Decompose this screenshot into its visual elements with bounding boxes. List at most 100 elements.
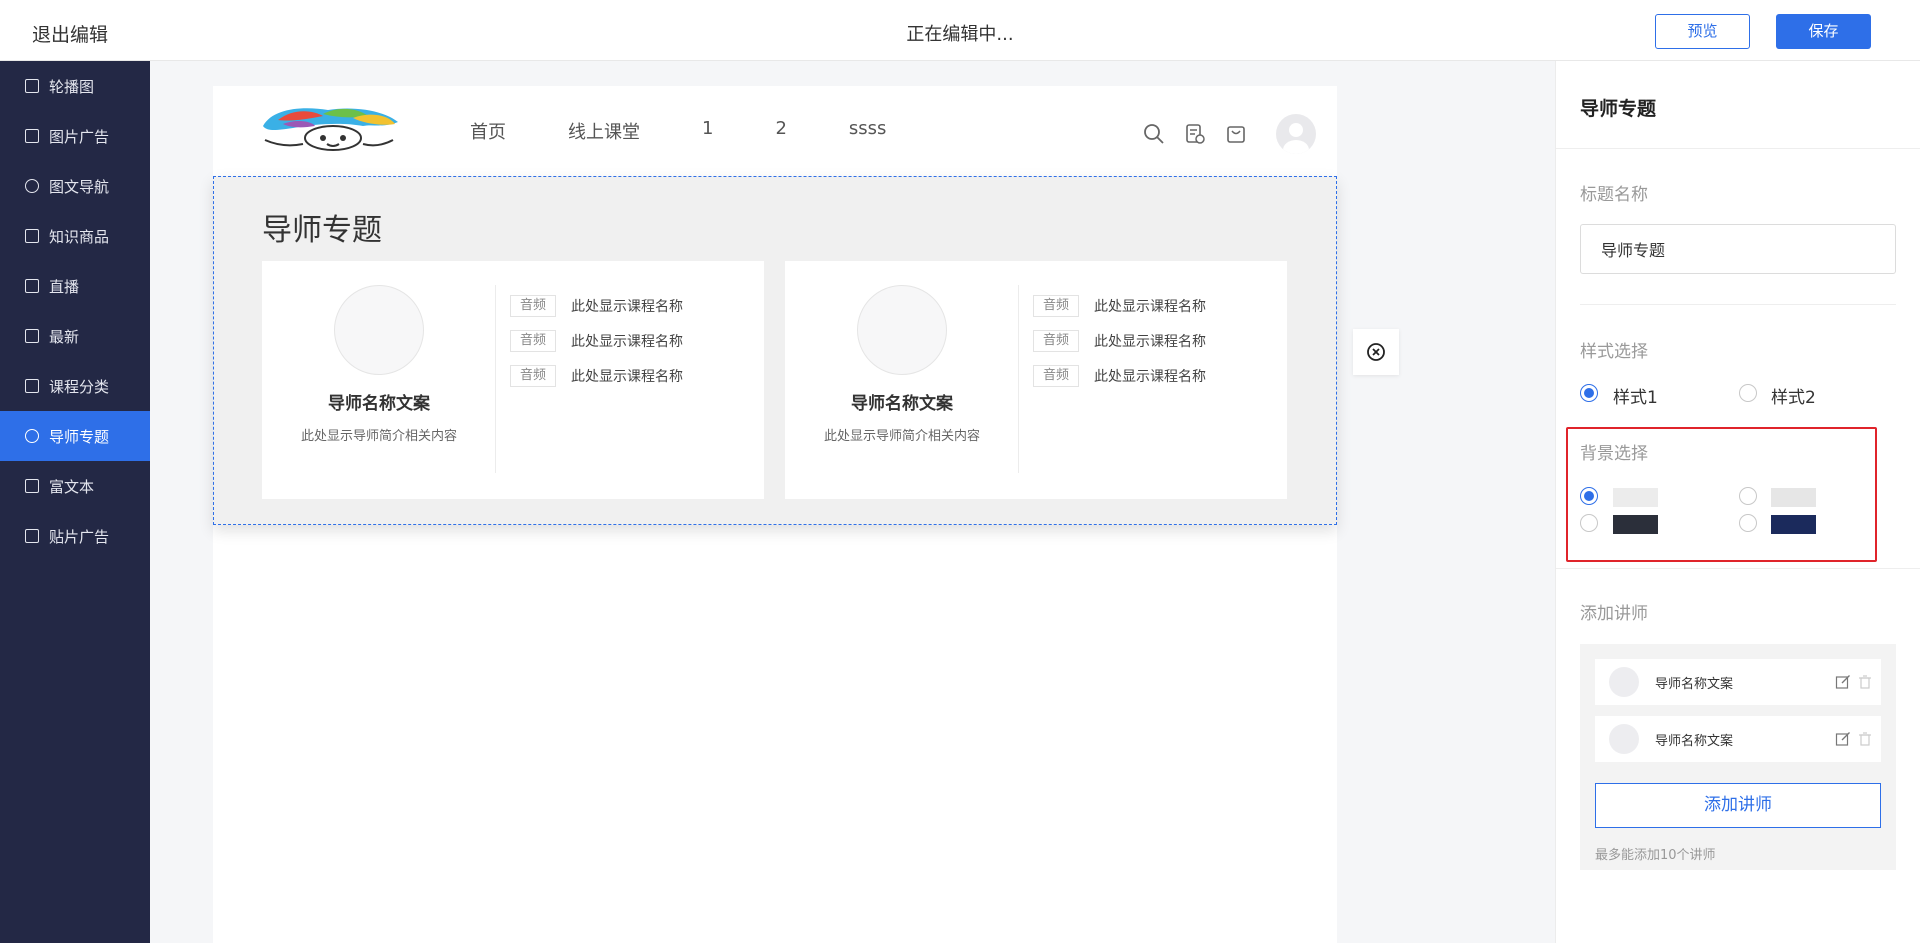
books-icon [25, 229, 39, 243]
site-header: 首页 线上课堂 1 2 ssss [213, 86, 1337, 176]
bg-option-4-radio[interactable] [1739, 514, 1757, 532]
course-tag: 音频 [1033, 365, 1079, 387]
sidebar-item-label: 富文本 [49, 477, 95, 496]
search-icon[interactable] [1143, 123, 1165, 145]
style2-radio[interactable] [1739, 384, 1757, 402]
image-icon [25, 129, 39, 143]
course-name: 此处显示课程名称 [1094, 369, 1206, 385]
teacher-row-name: 导师名称文案 [1655, 676, 1734, 692]
edit-icon[interactable] [1835, 674, 1851, 690]
course-item[interactable]: 音频 此处显示课程名称 [1033, 295, 1206, 317]
add-teacher-button[interactable]: 添加讲师 [1595, 783, 1881, 828]
course-item[interactable]: 音频 此处显示课程名称 [1033, 365, 1206, 387]
save-button[interactable]: 保存 [1776, 14, 1871, 49]
divider [1556, 148, 1920, 149]
sidebar-item-image-nav[interactable]: 图文导航 [0, 161, 150, 211]
bg-option-2-radio[interactable] [1739, 487, 1757, 505]
divider [1580, 304, 1896, 305]
grid-icon [25, 379, 39, 393]
nav-item-home[interactable]: 首页 [470, 118, 506, 144]
header-icons [1143, 114, 1316, 154]
course-name: 此处显示课程名称 [1094, 299, 1206, 315]
document-icon [25, 479, 39, 493]
sidebar-item-label: 知识商品 [49, 227, 110, 246]
card-divider [495, 285, 496, 473]
course-name: 此处显示课程名称 [571, 334, 683, 350]
course-tag: 音频 [1033, 330, 1079, 352]
bg-option-1-radio[interactable] [1580, 487, 1598, 505]
sidebar-item-course-category[interactable]: 课程分类 [0, 361, 150, 411]
teacher-photo [334, 285, 424, 375]
course-tag: 音频 [510, 365, 556, 387]
nav-item-ssss[interactable]: ssss [849, 118, 887, 144]
bg-swatch-navy[interactable] [1771, 515, 1816, 534]
sidebar-item-live[interactable]: 直播 [0, 261, 150, 311]
trash-icon[interactable] [1857, 674, 1873, 690]
course-name: 此处显示课程名称 [571, 299, 683, 315]
style1-radio[interactable] [1580, 384, 1598, 402]
bg-option-3-radio[interactable] [1580, 514, 1598, 532]
sidebar-item-teacher-topic[interactable]: 导师专题 [0, 411, 150, 461]
teacher-card[interactable]: 导师名称文案 此处显示导师简介相关内容 音频 此处显示课程名称 音频 此处显示课… [262, 261, 764, 499]
settings-panel: 导师专题 标题名称 样式选择 样式1 样式2 背景选择 添加讲师 导师名称文案 [1555, 61, 1920, 943]
bg-swatch-gray[interactable] [1771, 488, 1816, 507]
style1-label: 样式1 [1613, 388, 1658, 408]
course-tag: 音频 [510, 295, 556, 317]
teacher-row[interactable]: 导师名称文案 [1595, 659, 1881, 705]
teacher-intro: 此处显示导师简介相关内容 [823, 429, 980, 444]
edit-icon[interactable] [1835, 731, 1851, 747]
sidebar-item-image-ad[interactable]: 图片广告 [0, 111, 150, 161]
sidebar-item-label: 最新 [49, 327, 80, 346]
course-item[interactable]: 音频 此处显示课程名称 [510, 295, 683, 317]
cart-icon[interactable] [1225, 123, 1247, 145]
teacher-card[interactable]: 导师名称文案 此处显示导师简介相关内容 音频 此处显示课程名称 音频 此处显示课… [785, 261, 1287, 499]
sidebar-item-rich-text[interactable]: 富文本 [0, 461, 150, 511]
course-item[interactable]: 音频 此处显示课程名称 [510, 330, 683, 352]
divider [1556, 568, 1920, 569]
course-item[interactable]: 音频 此处显示课程名称 [510, 365, 683, 387]
orders-icon[interactable] [1184, 123, 1206, 145]
card-divider [1018, 285, 1019, 473]
sidebar-item-carousel[interactable]: 轮播图 [0, 61, 150, 111]
user-avatar[interactable] [1276, 114, 1316, 154]
teacher-intro: 此处显示导师简介相关内容 [300, 429, 457, 444]
sidebar-item-label: 图文导航 [49, 177, 110, 196]
teacher-row[interactable]: 导师名称文案 [1595, 716, 1881, 762]
bg-swatch-dark[interactable] [1613, 515, 1658, 534]
exit-edit-button[interactable]: 退出编辑 [32, 20, 108, 47]
live-icon [25, 279, 39, 293]
teacher-limit-hint: 最多能添加10个讲师 [1595, 848, 1716, 863]
course-item[interactable]: 音频 此处显示课程名称 [1033, 330, 1206, 352]
site-logo [263, 108, 398, 151]
edit-status: 正在编辑中... [906, 24, 1014, 45]
sidebar-item-sticker-ad[interactable]: 贴片广告 [0, 511, 150, 561]
teacher-avatar [1609, 724, 1639, 754]
monitor-icon [25, 79, 39, 93]
sidebar-item-latest[interactable]: 最新 [0, 311, 150, 361]
course-tag: 音频 [1033, 295, 1079, 317]
card-icon [25, 329, 39, 343]
sidebar-item-label: 贴片广告 [49, 527, 110, 546]
trash-icon[interactable] [1857, 731, 1873, 747]
title-input[interactable] [1580, 224, 1896, 274]
sidebar-item-label: 轮播图 [49, 77, 95, 96]
title-field-label: 标题名称 [1580, 185, 1648, 205]
preview-button[interactable]: 预览 [1655, 14, 1750, 49]
preview-canvas: 首页 线上课堂 1 2 ssss 导师专题 导师名称文案 此处显示导师简介相关内… [213, 86, 1337, 943]
bg-swatch-light-gray[interactable] [1613, 488, 1658, 507]
bulb-icon [25, 179, 39, 193]
sticker-icon [25, 529, 39, 543]
teacher-name: 导师名称文案 [328, 394, 430, 414]
teacher-row-name: 导师名称文案 [1655, 733, 1734, 749]
background-field-label: 背景选择 [1580, 444, 1648, 464]
sidebar-item-knowledge-goods[interactable]: 知识商品 [0, 211, 150, 261]
nav-item-online-class[interactable]: 线上课堂 [568, 118, 640, 144]
teacher-topic-module[interactable]: 导师专题 导师名称文案 此处显示导师简介相关内容 音频 此处显示课程名称 音频 … [213, 176, 1337, 525]
teachers-field-label: 添加讲师 [1580, 604, 1648, 624]
remove-module-button[interactable] [1353, 329, 1399, 375]
teacher-name: 导师名称文案 [851, 394, 953, 414]
module-title: 导师专题 [262, 213, 382, 248]
nav-item-2[interactable]: 2 [775, 118, 786, 144]
nav-item-1[interactable]: 1 [702, 118, 713, 144]
close-circle-icon [1367, 343, 1385, 361]
